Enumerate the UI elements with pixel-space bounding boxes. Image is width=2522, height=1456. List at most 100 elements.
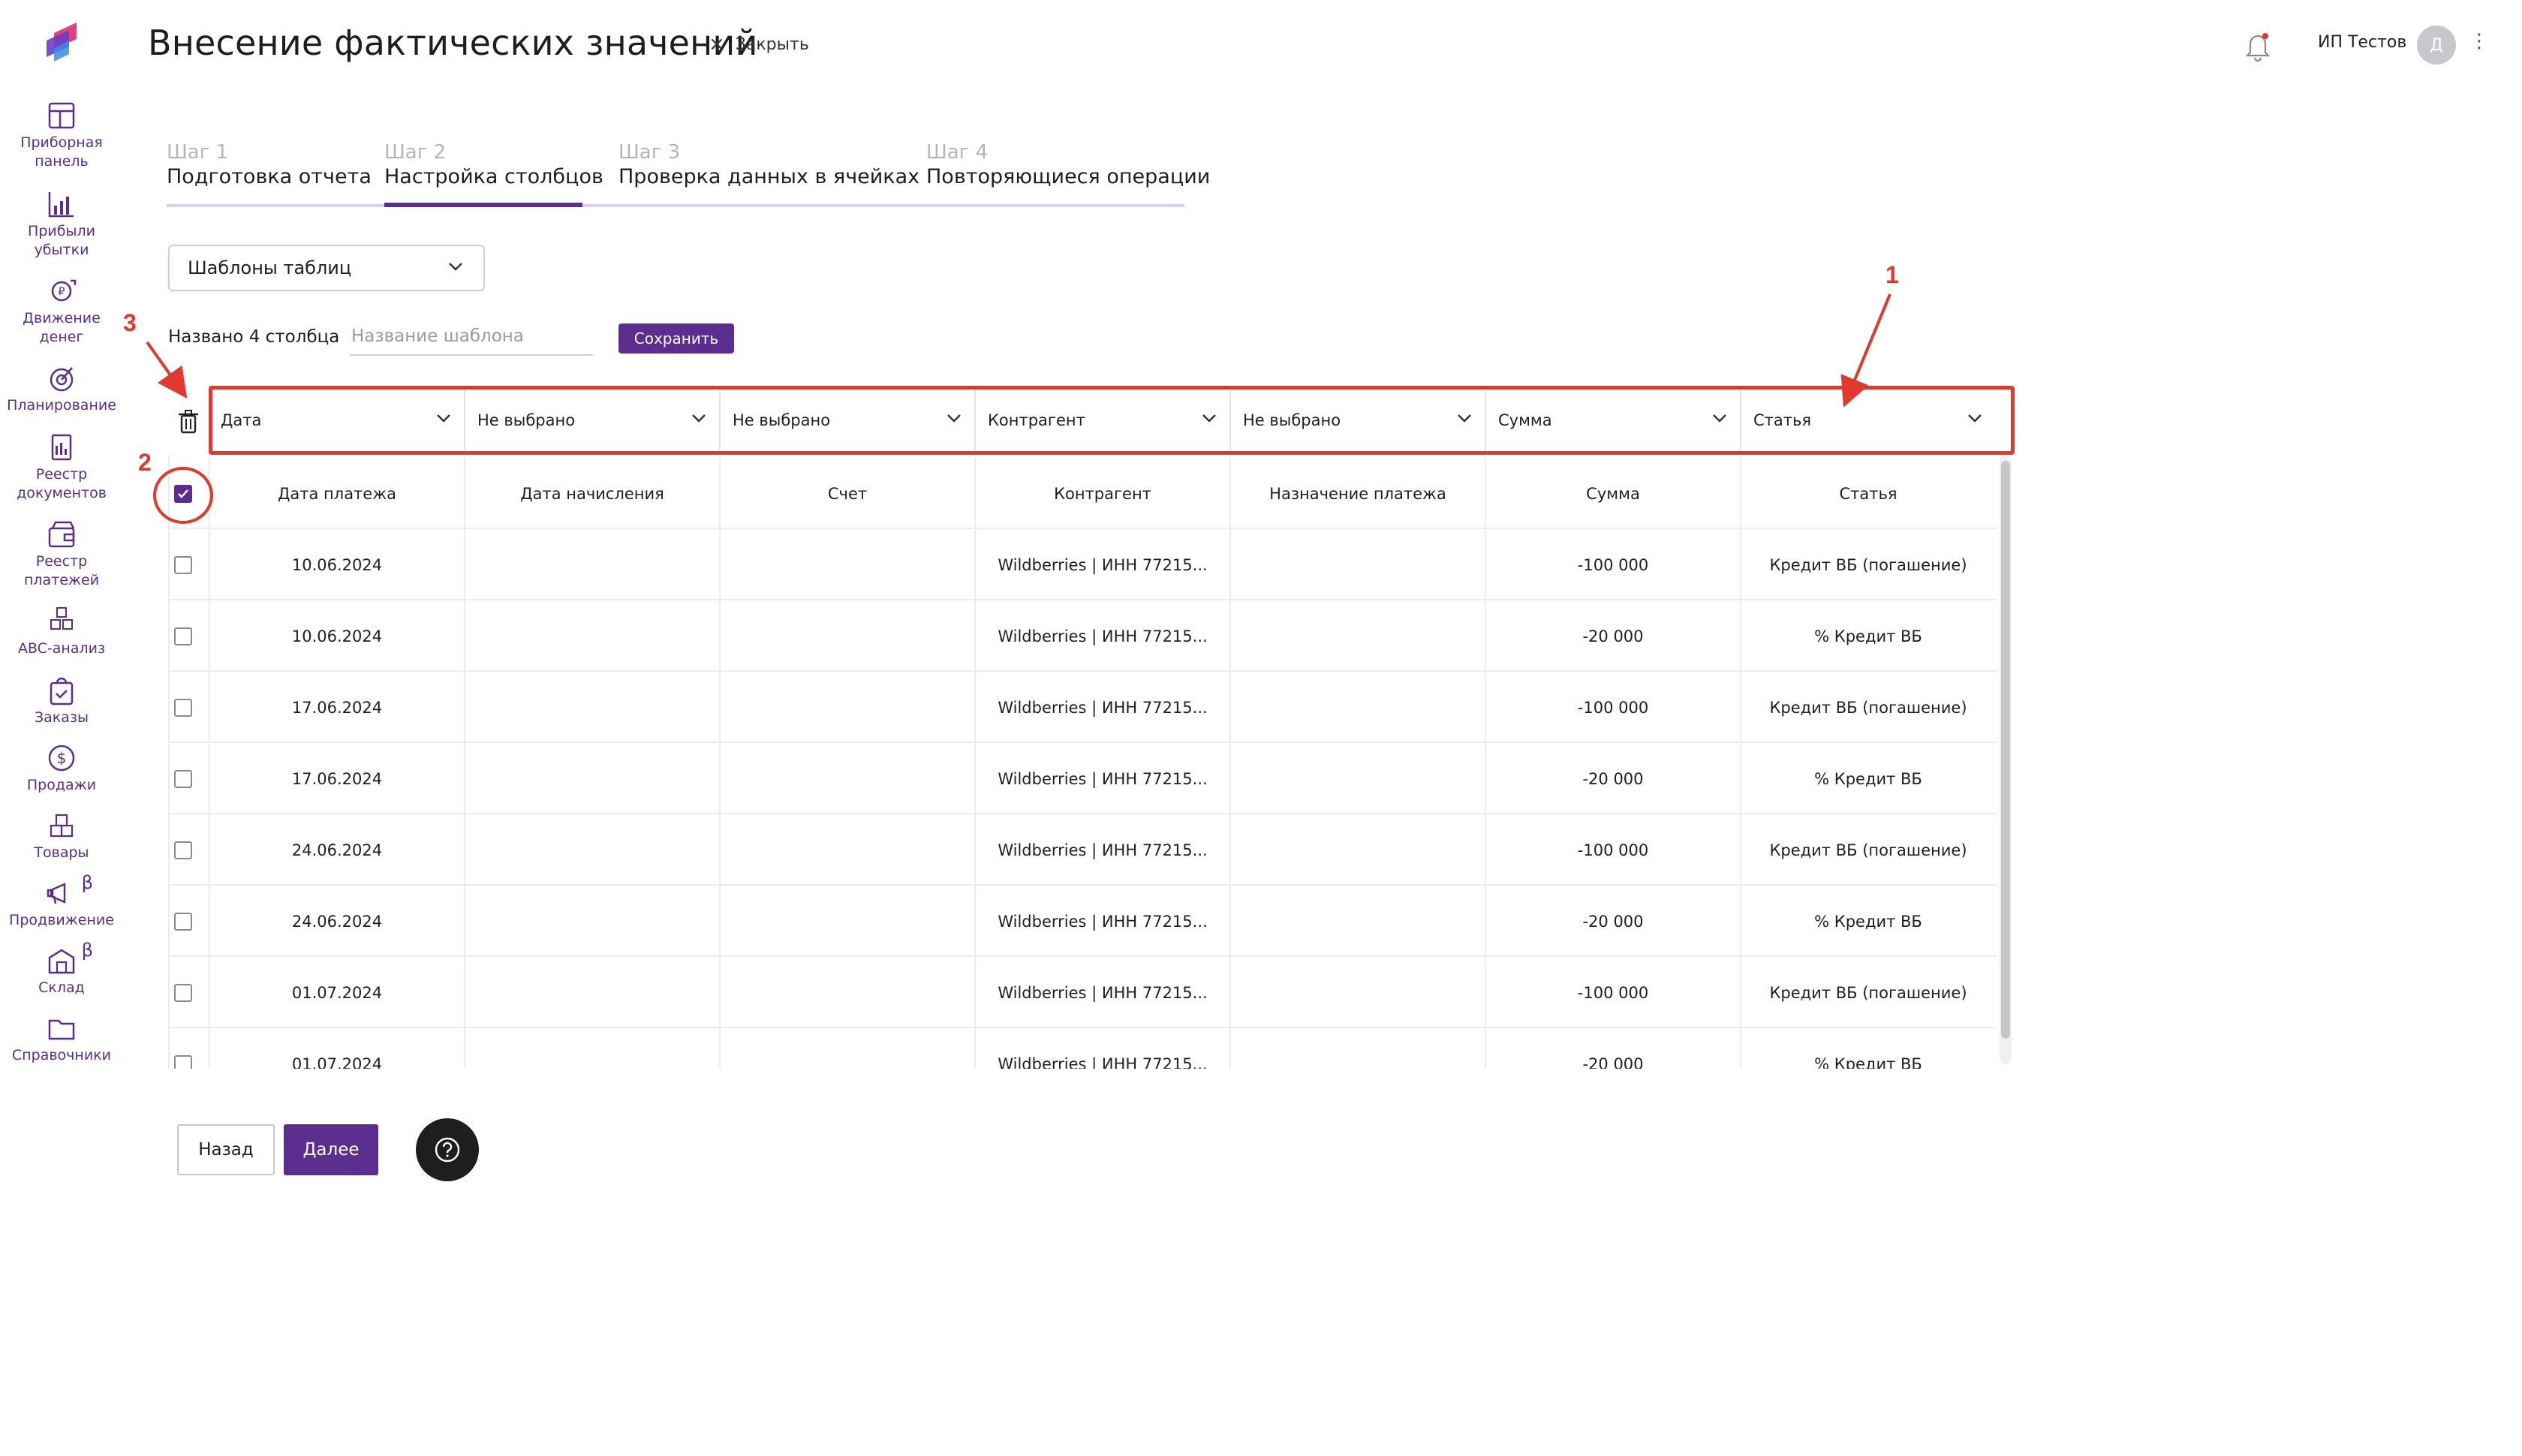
table-cell[interactable]: 24.06.2024 [209,814,464,886]
table-cell[interactable]: -100 000 [1485,529,1740,600]
column-mapping-dropdown[interactable]: Сумма [1485,390,1740,450]
table-cell[interactable] [1229,1028,1485,1069]
table-cell[interactable]: Wildberries | ИНН 77215... [974,529,1229,600]
row-checkbox[interactable] [174,698,192,717]
table-cell[interactable]: 01.07.2024 [209,1028,464,1069]
table-cell[interactable] [1229,886,1485,957]
table-cell[interactable] [719,600,974,672]
table-cell[interactable] [464,814,719,886]
table-cell[interactable]: -20 000 [1485,743,1740,814]
table-cell[interactable] [464,743,719,814]
table-cell[interactable]: % Кредит ВБ [1740,600,1995,672]
table-cell[interactable]: % Кредит ВБ [1740,1028,1995,1069]
table-cell[interactable]: Wildberries | ИНН 77215... [974,886,1229,957]
close-button[interactable]: × Закрыть [709,33,809,56]
column-mapping-dropdown[interactable]: Не выбрано [719,390,974,450]
table-cell[interactable] [1229,743,1485,814]
step-2[interactable]: Шаг 2 Настройка столбцов [384,141,603,188]
table-cell[interactable]: -100 000 [1485,814,1740,886]
table-cell[interactable] [719,886,974,957]
table-cell[interactable]: -20 000 [1485,886,1740,957]
column-mapping-dropdown[interactable]: Контрагент [974,390,1229,450]
save-button[interactable]: Сохранить [618,323,734,353]
scrollbar-thumb[interactable] [2001,461,2010,1039]
row-checkbox[interactable] [174,983,192,1002]
table-cell[interactable]: Wildberries | ИНН 77215... [974,743,1229,814]
trash-icon[interactable] [177,408,200,435]
sidebar-item-warehouse[interactable]: β Склад [0,941,123,997]
column-mapping-dropdown[interactable]: Не выбрано [1229,390,1485,450]
table-cell[interactable]: 01.07.2024 [209,957,464,1028]
table-cell[interactable]: -100 000 [1485,957,1740,1028]
next-button[interactable]: Далее [284,1124,378,1175]
sidebar-item-references[interactable]: Справочники [0,1012,123,1065]
table-cell[interactable]: 10.06.2024 [209,529,464,600]
table-cell[interactable]: Кредит ВБ (погашение) [1740,672,1995,743]
app-logo[interactable] [44,23,80,65]
column-mapping-dropdown[interactable]: Не выбрано [464,390,719,450]
table-cell[interactable]: % Кредит ВБ [1740,743,1995,814]
table-cell[interactable]: Wildberries | ИНН 77215... [974,672,1229,743]
step-3[interactable]: Шаг 3 Проверка данных в ячейках [618,141,919,188]
table-cell[interactable] [719,743,974,814]
table-cell[interactable] [464,886,719,957]
template-name-input[interactable] [350,318,593,356]
sidebar-item-orders[interactable]: Заказы [0,674,123,727]
table-cell[interactable]: Кредит ВБ (погашение) [1740,814,1995,886]
row-checkbox[interactable] [174,769,192,788]
table-cell[interactable]: % Кредит ВБ [1740,886,1995,957]
table-cell[interactable]: 24.06.2024 [209,886,464,957]
table-cell[interactable]: 17.06.2024 [209,743,464,814]
table-cell[interactable] [1229,814,1485,886]
sidebar-item-documents[interactable]: Реестр документов [0,431,123,503]
row-checkbox[interactable] [174,627,192,645]
sidebar-item-dashboard[interactable]: Приборная панель [0,99,123,171]
table-cell[interactable]: -20 000 [1485,600,1740,672]
table-cell[interactable] [719,529,974,600]
table-cell[interactable] [719,672,974,743]
table-cell[interactable]: -100 000 [1485,672,1740,743]
table-cell[interactable] [1229,672,1485,743]
table-cell[interactable] [719,814,974,886]
table-cell[interactable]: Кредит ВБ (погашение) [1740,957,1995,1028]
table-cell[interactable] [464,672,719,743]
table-cell[interactable] [1229,600,1485,672]
avatar[interactable]: Д [2417,26,2456,65]
row-checkbox[interactable] [174,912,192,931]
sidebar-item-payments[interactable]: Реестр платежей [0,518,123,590]
table-cell[interactable]: 10.06.2024 [209,600,464,672]
sidebar-item-goods[interactable]: Товары [0,809,123,862]
table-cell[interactable]: -20 000 [1485,1028,1740,1069]
table-cell[interactable]: 17.06.2024 [209,672,464,743]
back-button[interactable]: Назад [177,1124,275,1175]
table-cell[interactable] [464,600,719,672]
help-button[interactable] [416,1118,479,1181]
table-templates-dropdown[interactable]: Шаблоны таблиц [168,245,485,291]
table-cell[interactable]: Wildberries | ИНН 77215... [974,814,1229,886]
table-cell[interactable] [719,1028,974,1069]
sidebar-item-sales[interactable]: $ Продажи [0,742,123,795]
sidebar-item-pnl[interactable]: Прибыли убытки [0,188,123,260]
sidebar-item-planning[interactable]: Планирование [0,362,123,415]
table-cell[interactable] [1229,957,1485,1028]
user-name[interactable]: ИП Тестов [2318,33,2406,52]
table-cell[interactable]: Wildberries | ИНН 77215... [974,600,1229,672]
table-cell[interactable]: Wildberries | ИНН 77215... [974,1028,1229,1069]
table-cell[interactable] [719,957,974,1028]
notification-bell-icon[interactable] [2243,30,2273,63]
sidebar-item-cashflow[interactable]: ₽ Движение денег [0,275,123,347]
table-cell[interactable]: Кредит ВБ (погашение) [1740,529,1995,600]
table-cell[interactable] [464,1028,719,1069]
table-cell[interactable] [464,957,719,1028]
row-checkbox[interactable] [174,1054,192,1069]
sidebar-item-promo[interactable]: β Продвижение [0,874,123,930]
table-cell[interactable] [464,529,719,600]
column-mapping-dropdown[interactable]: Дата [209,390,464,450]
more-menu-icon[interactable]: ⋮ [2469,30,2489,60]
table-cell[interactable]: Wildberries | ИНН 77215... [974,957,1229,1028]
column-mapping-dropdown[interactable]: Статья [1740,390,1995,450]
step-1[interactable]: Шаг 1 Подготовка отчета [167,141,372,188]
step-4[interactable]: Шаг 4 Повторяющиеся операции [926,141,1210,188]
table-cell[interactable] [1229,529,1485,600]
sidebar-item-abc[interactable]: ABC-анализ [0,605,123,658]
